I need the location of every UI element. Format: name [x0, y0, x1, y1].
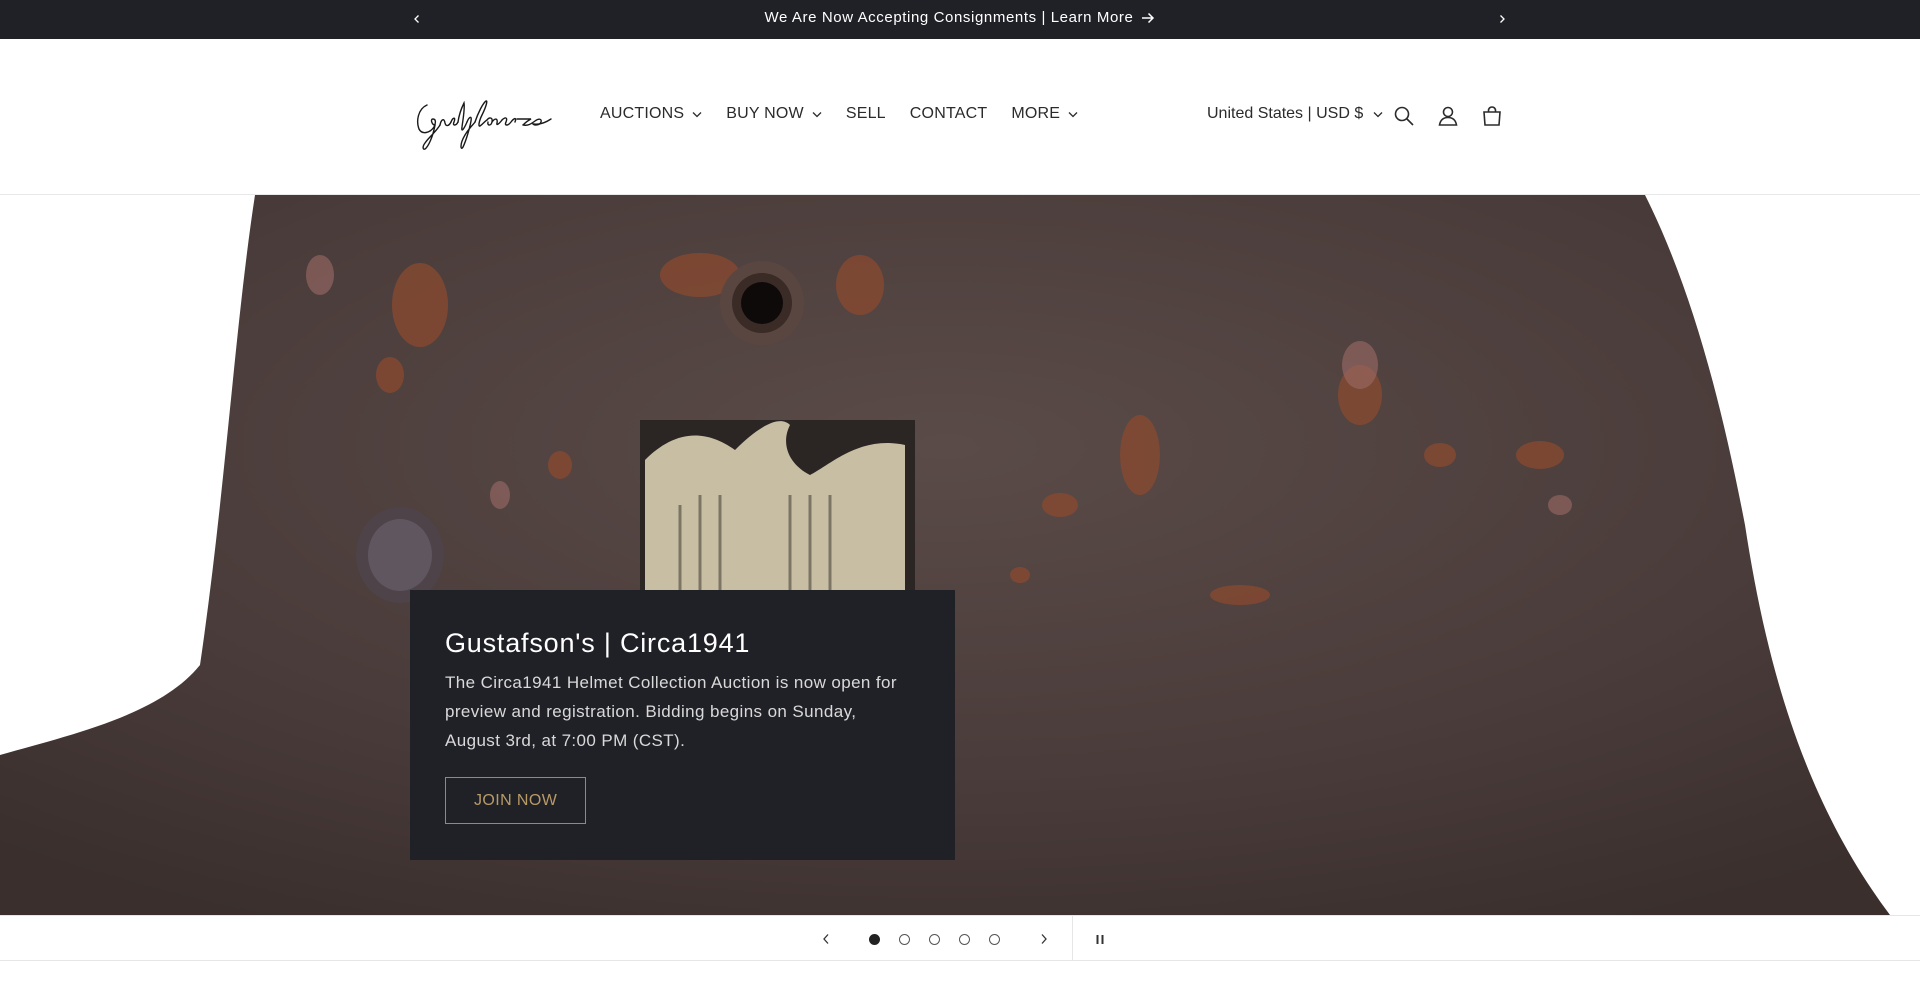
helmet-image [0, 195, 1920, 915]
nav-item-more[interactable]: MORE [1011, 105, 1078, 123]
hero-card: Gustafson's | Circa1941 The Circa1941 He… [410, 590, 955, 860]
announcement-next-button[interactable] [1494, 10, 1510, 28]
announcement-text: We Are Now Accepting Consignments | Lear… [764, 9, 1134, 26]
search-icon [1394, 106, 1414, 126]
slider-controls [0, 915, 1920, 961]
slide-prev-button[interactable] [816, 929, 836, 949]
hero-title: Gustafson's | Circa1941 [445, 628, 751, 658]
nav-item-label: MORE [1011, 105, 1061, 122]
nav-item-auctions[interactable]: AUCTIONS [600, 105, 702, 123]
slide-dot[interactable] [869, 934, 880, 945]
pause-icon [1096, 934, 1104, 944]
site-header: AUCTIONS BUY NOW SELL CONTACT MORE Unite… [0, 39, 1920, 195]
nav-item-buy-now[interactable]: BUY NOW [726, 105, 822, 123]
main-nav: AUCTIONS BUY NOW SELL CONTACT MORE [600, 105, 1102, 123]
nav-item-label: AUCTIONS [600, 105, 685, 122]
arrow-right-icon [1142, 12, 1155, 23]
chevron-down-icon [692, 111, 702, 117]
currency-selector[interactable]: United States | USD $ [1207, 105, 1383, 123]
chevron-down-icon [812, 111, 822, 117]
chevron-left-icon [823, 934, 829, 944]
nav-item-sell[interactable]: SELL [846, 105, 886, 123]
chevron-down-icon [1373, 111, 1383, 117]
currency-label: United States | USD $ [1207, 105, 1364, 122]
slide-dot[interactable] [929, 934, 940, 945]
cart-icon [1483, 106, 1501, 126]
nav-item-label: SELL [845, 105, 886, 122]
join-now-button[interactable]: JOIN NOW [445, 777, 587, 824]
nav-item-contact[interactable]: CONTACT [910, 105, 988, 123]
account-icon [1438, 106, 1458, 126]
hero-description: The Circa1941 Helmet Collection Auction … [445, 673, 897, 750]
announcement-link[interactable]: We Are Now Accepting Consignments | Lear… [0, 9, 1920, 26]
cart-button[interactable] [1480, 104, 1504, 128]
controls-divider [1072, 916, 1073, 961]
slide-dot[interactable] [959, 934, 970, 945]
slide-next-button[interactable] [1034, 929, 1054, 949]
nav-item-label: BUY NOW [726, 105, 804, 122]
account-button[interactable] [1436, 104, 1460, 128]
nav-item-label: CONTACT [909, 105, 988, 122]
slide-dot[interactable] [989, 934, 1000, 945]
slide-dot[interactable] [899, 934, 910, 945]
pause-slideshow-button[interactable] [1090, 929, 1110, 949]
chevron-down-icon [1068, 111, 1078, 117]
chevron-right-icon [1041, 934, 1047, 944]
chevron-right-icon [1500, 15, 1505, 23]
site-logo[interactable] [413, 95, 556, 151]
search-button[interactable] [1392, 104, 1416, 128]
announcement-bar: We Are Now Accepting Consignments | Lear… [0, 0, 1920, 39]
hero-slideshow: Gustafson's | Circa1941 The Circa1941 He… [0, 195, 1920, 915]
gustafsons-logo [417, 100, 552, 150]
